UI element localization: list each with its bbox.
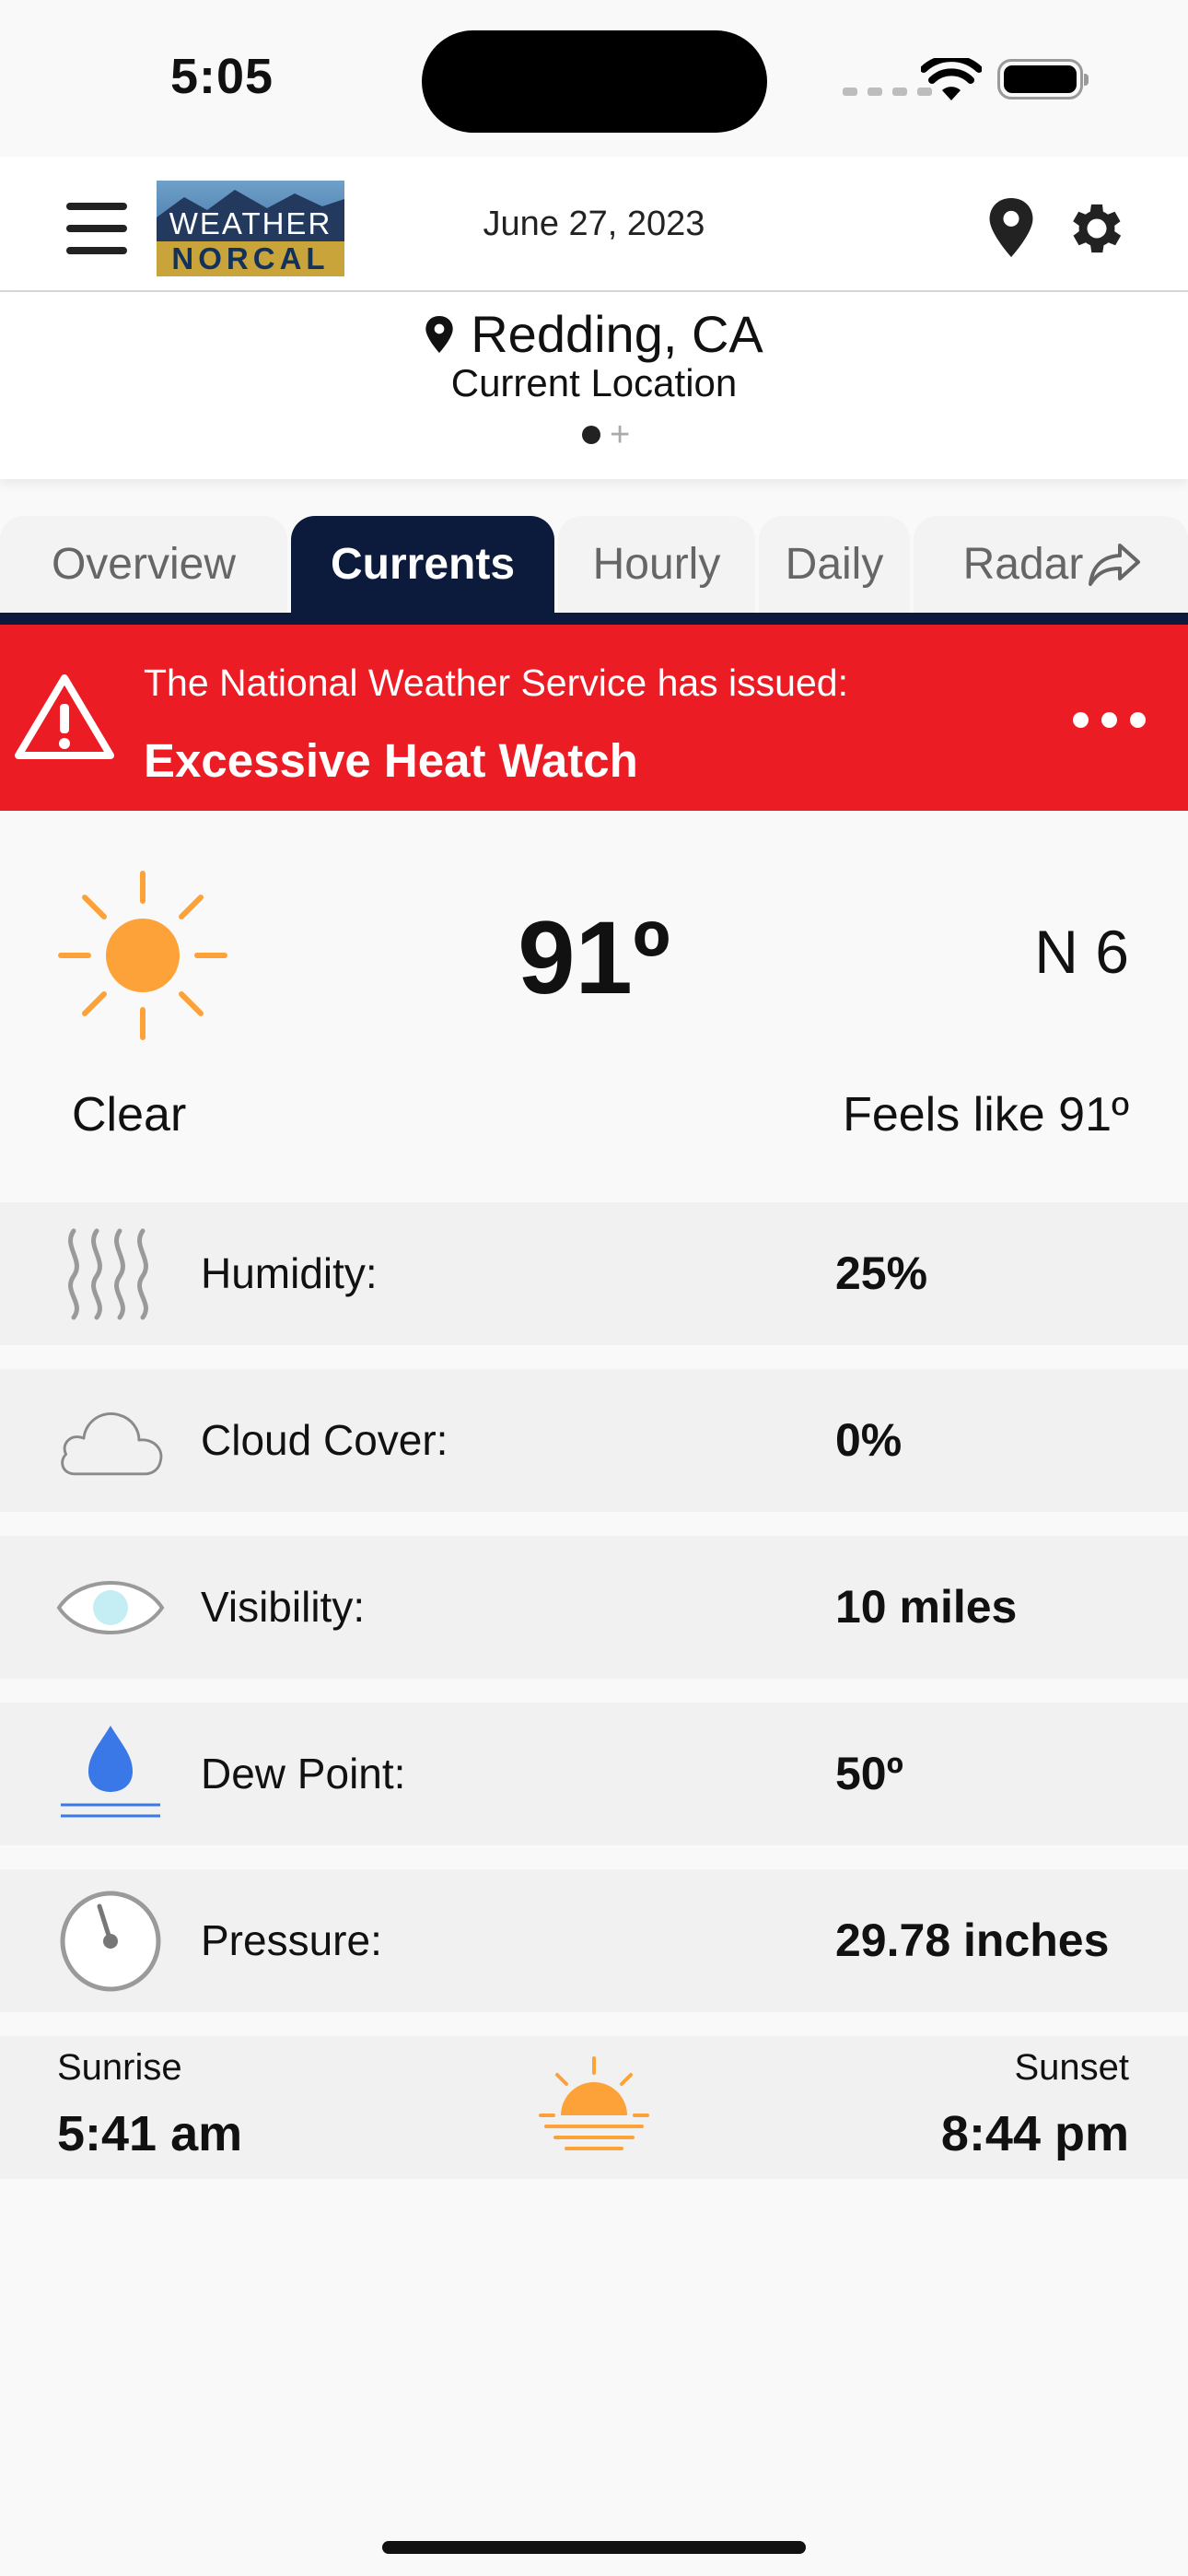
add-location-icon[interactable]: + bbox=[610, 417, 630, 452]
cloud-cover-label: Cloud Cover: bbox=[201, 1416, 448, 1464]
cloud-icon bbox=[61, 1411, 163, 1475]
sunset-icon bbox=[539, 2056, 649, 2150]
warning-icon bbox=[15, 674, 114, 759]
logo-text-top: WEATHER bbox=[169, 206, 332, 240]
tab-underline bbox=[0, 613, 1188, 625]
status-time: 5:05 bbox=[170, 49, 274, 104]
dew-point-value: 50º bbox=[835, 1748, 903, 1799]
visibility-value: 10 miles bbox=[835, 1581, 1018, 1633]
dew-point-label: Dew Point: bbox=[201, 1750, 406, 1797]
sunset-label: Sunset bbox=[1014, 2047, 1129, 2088]
menu-icon[interactable] bbox=[66, 203, 127, 254]
pressure-value: 29.78 inches bbox=[835, 1914, 1110, 1966]
detail-row-cloud-cover: Cloud Cover: 0% bbox=[0, 1369, 1188, 1512]
page-dot-active bbox=[582, 426, 600, 444]
dew-drop-icon bbox=[61, 1725, 160, 1817]
app-logo: WEATHER NORCAL bbox=[157, 181, 344, 276]
eye-icon bbox=[56, 1580, 165, 1634]
dynamic-island bbox=[422, 30, 767, 133]
tab-radar[interactable]: Radar bbox=[914, 516, 1188, 613]
pressure-label: Pressure: bbox=[201, 1916, 382, 1964]
header-date: June 27, 2023 bbox=[483, 205, 705, 243]
battery-icon bbox=[997, 59, 1089, 100]
location-pin-icon bbox=[425, 315, 453, 353]
tab-daily[interactable]: Daily bbox=[759, 516, 910, 613]
location-name: Redding, CA bbox=[471, 305, 763, 363]
sunrise-value: 5:41 am bbox=[57, 2106, 243, 2161]
cloud-cover-value: 0% bbox=[835, 1414, 903, 1466]
alert-title: Excessive Heat Watch bbox=[144, 734, 638, 787]
logo-text-bottom: NORCAL bbox=[157, 241, 344, 276]
detail-row-visibility: Visibility: 10 miles bbox=[0, 1536, 1188, 1679]
humidity-label: Humidity: bbox=[201, 1249, 378, 1297]
sunrise-label: Sunrise bbox=[57, 2047, 182, 2088]
home-indicator[interactable] bbox=[382, 2541, 806, 2554]
location-pin-icon[interactable] bbox=[985, 198, 1037, 257]
location-page-indicator[interactable]: + bbox=[582, 417, 630, 452]
alert-issuer-text: The National Weather Service has issued: bbox=[144, 662, 848, 704]
share-arrow-icon[interactable] bbox=[1087, 542, 1142, 590]
settings-gear-icon[interactable] bbox=[1064, 195, 1130, 262]
detail-row-dew-point: Dew Point: 50º bbox=[0, 1703, 1188, 1845]
location-title[interactable]: Redding, CA bbox=[0, 304, 1188, 364]
more-options-icon[interactable] bbox=[1073, 712, 1146, 728]
humidity-value: 25% bbox=[835, 1247, 928, 1299]
tab-bar: Overview Currents Hourly Daily Radar bbox=[0, 516, 1188, 613]
humidity-icon bbox=[68, 1228, 148, 1319]
tab-hourly[interactable]: Hourly bbox=[558, 516, 755, 613]
sunset-value: 8:44 pm bbox=[940, 2106, 1129, 2161]
detail-row-humidity: Humidity: 25% bbox=[0, 1202, 1188, 1345]
cellular-signal-icon bbox=[843, 88, 932, 96]
visibility-label: Visibility: bbox=[201, 1583, 366, 1631]
tab-currents[interactable]: Currents bbox=[291, 516, 554, 613]
detail-row-pressure: Pressure: 29.78 inches bbox=[0, 1869, 1188, 2012]
tab-overview[interactable]: Overview bbox=[0, 516, 287, 613]
tab-radar-label: Radar bbox=[962, 540, 1084, 589]
wifi-icon bbox=[921, 58, 982, 100]
location-subtitle: Current Location bbox=[450, 361, 738, 404]
feels-like: Feels like 91º bbox=[843, 1088, 1129, 1142]
pressure-gauge-icon bbox=[60, 1891, 161, 1991]
wind-reading: N 6 bbox=[1034, 918, 1129, 986]
current-condition: Clear bbox=[72, 1088, 187, 1142]
